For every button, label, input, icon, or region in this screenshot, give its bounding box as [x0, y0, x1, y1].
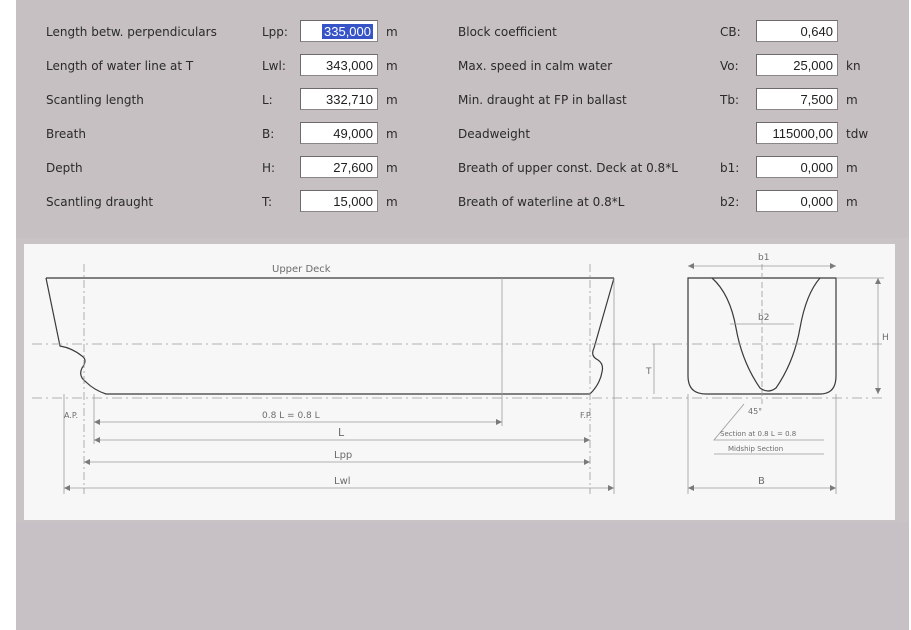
- value-text: 0,000: [800, 160, 833, 175]
- field-label: Breath: [46, 127, 86, 141]
- field-label: Length betw. perpendiculars: [46, 25, 217, 39]
- hull-drawing: Upper Deck 0.8 L = 0.8 L L Lpp Lwl A.P. …: [32, 253, 889, 494]
- value-text: 25,000: [793, 58, 833, 73]
- value-input[interactable]: 332,710: [300, 88, 378, 110]
- hull-drawing-panel: Upper Deck 0.8 L = 0.8 L L Lpp Lwl A.P. …: [24, 244, 895, 520]
- value-input[interactable]: 115000,00: [756, 122, 838, 144]
- field-unit: m: [386, 127, 398, 141]
- field-symbol: b2:: [720, 195, 740, 209]
- value-text: 332,710: [326, 92, 373, 107]
- field-symbol: CB:: [720, 25, 741, 39]
- value-input[interactable]: 15,000: [300, 190, 378, 212]
- field-symbol: Tb:: [720, 93, 739, 107]
- value-text: 0,640: [800, 24, 833, 39]
- section-v-curve: [711, 277, 821, 392]
- field-label: Max. speed in calm water: [458, 59, 613, 73]
- fp-label: F.P.: [580, 411, 592, 420]
- field-label: Scantling length: [46, 93, 144, 107]
- field-label: Breath of upper const. Deck at 0.8*L: [458, 161, 678, 175]
- field-unit: tdw: [846, 127, 869, 141]
- value-input[interactable]: 335,000: [300, 20, 378, 42]
- value-text: 0,000: [800, 194, 833, 209]
- value-input[interactable]: 343,000: [300, 54, 378, 76]
- field-label: Length of water line at T: [46, 59, 194, 73]
- value-text: 335,000: [322, 24, 373, 39]
- value-text: 343,000: [326, 58, 373, 73]
- dimension-form-panel: Length betw. perpendiculars Lpp: 335,000 m L…: [16, 0, 909, 238]
- ap-label: A.P.: [64, 411, 78, 420]
- field-unit: m: [846, 93, 858, 107]
- field-label: Scantling draught: [46, 195, 154, 209]
- section-T-label: T: [645, 367, 652, 377]
- field-symbol: b1:: [720, 161, 740, 175]
- value-input[interactable]: 25,000: [756, 54, 838, 76]
- field-label: Min. draught at FP in ballast: [458, 93, 627, 107]
- value-input[interactable]: 49,000: [300, 122, 378, 144]
- value-text: 15,000: [333, 194, 373, 209]
- field-symbol: B:: [262, 127, 275, 141]
- dialog-bottom-area: [16, 522, 909, 630]
- section-H-label: H: [882, 333, 889, 343]
- section-b2-label: b2: [758, 313, 769, 323]
- section-note-midship: Midship Section: [728, 445, 783, 453]
- dim-label-08L: 0.8 L = 0.8 L: [262, 411, 320, 421]
- field-symbol: T:: [262, 195, 273, 209]
- field-unit: m: [386, 195, 398, 209]
- value-input[interactable]: 0,000: [756, 190, 838, 212]
- value-text: 49,000: [333, 126, 373, 141]
- field-label: Block coefficient: [458, 25, 557, 39]
- field-symbol: L:: [262, 93, 273, 107]
- dim-label-Lwl: Lwl: [334, 476, 351, 487]
- value-input[interactable]: 7,500: [756, 88, 838, 110]
- field-label: Deadweight: [458, 127, 531, 141]
- value-input[interactable]: 27,600: [300, 156, 378, 178]
- section-note-08L: Section at 0.8 L = 0.8: [720, 430, 796, 438]
- value-text: 115000,00: [772, 126, 834, 141]
- dim-label-Lpp: Lpp: [334, 450, 352, 461]
- value-input[interactable]: 0,640: [756, 20, 838, 42]
- field-label: Breath of waterline at 0.8*L: [458, 195, 625, 209]
- section-angle-label: 45°: [748, 407, 762, 416]
- value-text: 27,600: [333, 160, 373, 175]
- field-unit: m: [386, 93, 398, 107]
- field-symbol: H:: [262, 161, 276, 175]
- bow-outline: [589, 277, 615, 395]
- field-unit: m: [386, 161, 398, 175]
- value-text: 7,500: [800, 92, 833, 107]
- field-unit: m: [386, 25, 398, 39]
- section-B-label: B: [758, 476, 765, 487]
- section-b1-label: b1: [758, 253, 769, 263]
- field-unit: m: [386, 59, 398, 73]
- ship-dimensions-dialog: Length betw. perpendiculars Lpp: 335,000 m L…: [16, 0, 909, 630]
- stern-and-keel-outline: [45, 277, 590, 395]
- field-unit: m: [846, 161, 858, 175]
- field-unit: kn: [846, 59, 861, 73]
- value-input[interactable]: 0,000: [756, 156, 838, 178]
- field-symbol: Lwl:: [262, 59, 286, 73]
- field-symbol: Vo:: [720, 59, 739, 73]
- field-unit: m: [846, 195, 858, 209]
- upper-deck-label: Upper Deck: [272, 264, 331, 275]
- dim-label-L: L: [338, 426, 345, 439]
- field-label: Depth: [46, 161, 83, 175]
- field-symbol: Lpp:: [262, 25, 288, 39]
